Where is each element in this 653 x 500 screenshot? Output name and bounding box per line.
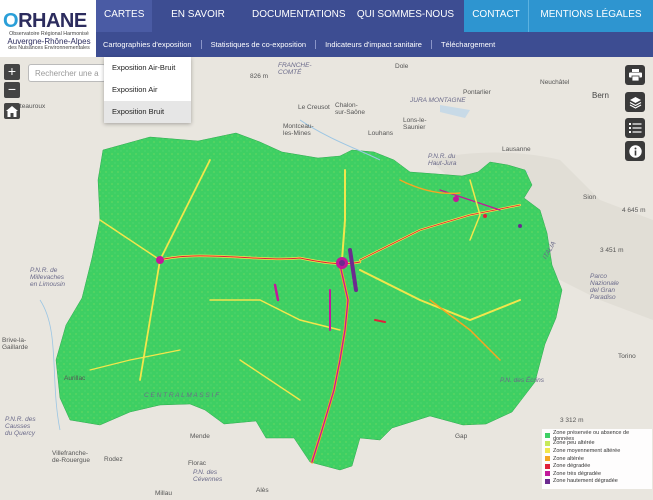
label-altitude-3: 3 312 m (560, 417, 584, 424)
subnav-telechargement[interactable]: Téléchargement (432, 40, 504, 49)
subnav-statistiques[interactable]: Statistiques de co-exposition (202, 40, 317, 49)
label-millau: Millau (155, 490, 172, 497)
label-lausanne: Lausanne (502, 146, 531, 153)
zoom-out-button[interactable]: − (4, 82, 20, 98)
menu-exposition-bruit[interactable]: Exposition Bruit (104, 101, 191, 123)
legend-label: Zone moyennement altérée (553, 447, 621, 454)
nav-mentions-legales[interactable]: MENTIONS LÉGALES (528, 0, 653, 32)
legend-list-button[interactable] (625, 118, 645, 138)
map-legend: Zone préservée ou absence de données Zone… (542, 429, 652, 489)
label-louhans: Louhans (368, 130, 393, 137)
legend-swatch (545, 478, 550, 484)
nav-cartes[interactable]: CARTES (96, 0, 152, 32)
label-ecrins: P.N. des Écrins (500, 377, 544, 384)
label-pnr-haut-jura: P.N.R. du Haut-Jura (428, 153, 457, 167)
cartographies-dropdown: Exposition Air-Bruit Exposition Air Expo… (104, 57, 191, 123)
legend-item: Zone dégradée (545, 462, 649, 470)
nav-contact[interactable]: CONTACT (464, 0, 528, 32)
nav-qui-sommes-nous[interactable]: QUI SOMMES-NOUS ? (347, 0, 464, 50)
legend-item: Zone hautement dégradée (545, 478, 649, 486)
label-brive: Brive-la- Gaillarde (2, 337, 29, 351)
label-aurillac: Aurillac (64, 375, 86, 382)
label-jura: JURA MONTAGNE (410, 97, 466, 104)
info-button[interactable] (625, 141, 645, 161)
orhane-logo[interactable]: ORHANE Observatoire Régional Harmonisé A… (0, 0, 96, 57)
legend-swatch (545, 433, 550, 439)
legend-label: Zone très dégradée (553, 470, 602, 477)
header: ORHANE Observatoire Régional Harmonisé A… (0, 0, 653, 57)
legend-item: Zone moyennement altérée (545, 447, 649, 455)
label-franche-comte: FRANCHE- COMTÉ (278, 62, 312, 76)
menu-exposition-air[interactable]: Exposition Air (104, 79, 191, 101)
label-grand-paradis: Parco Nazionale del Gran Paradiso (590, 273, 619, 301)
label-bern: Bern (592, 91, 609, 100)
print-icon (628, 69, 642, 81)
legend-label: Zone dégradée (553, 463, 591, 470)
legend-swatch (545, 448, 550, 454)
layers-button[interactable] (625, 92, 645, 112)
address-search-input[interactable] (28, 64, 106, 82)
nav-en-savoir-plus[interactable]: EN SAVOIR PLUS (152, 0, 244, 50)
print-button[interactable] (625, 65, 645, 85)
label-torino: Torino (618, 353, 636, 360)
label-millevaches: P.N.R. de Millevaches en Limousin (30, 267, 66, 288)
legend-swatch (545, 456, 550, 462)
label-mende: Mende (190, 433, 210, 440)
label-altitude-1: 826 m (250, 73, 269, 80)
legend-swatch (545, 463, 550, 469)
main-nav: CARTES EN SAVOIR PLUS DOCUMENTATIONS QUI… (96, 0, 653, 50)
sub-nav: Cartographies d'exposition Statistiques … (96, 32, 653, 57)
home-button[interactable] (4, 103, 20, 119)
label-altitude-4: 3 451 m (600, 247, 624, 254)
nav-documentations[interactable]: DOCUMENTATIONS (244, 0, 347, 32)
label-neuchatel: Neuchâtel (540, 79, 570, 86)
label-gap: Gap (455, 433, 468, 440)
legend-label: Zone hautement dégradée (553, 478, 618, 485)
subnav-indicateurs[interactable]: Indicateurs d'impact sanitaire (316, 40, 432, 49)
label-montceau: Montceau- les-Mines (283, 123, 314, 137)
label-sion: Sion (583, 194, 597, 201)
info-icon (628, 144, 642, 158)
label-pn-cevennes: P.N. des Cévennes (193, 469, 223, 483)
legend-label: Zone altérée (553, 455, 584, 462)
label-pnr-causses: P.N.R. des Causses du Quercy (5, 416, 36, 437)
legend-item: Zone très dégradée (545, 470, 649, 478)
label-lons: Lons-le- Saunier (403, 117, 427, 131)
legend-item: Zone altérée (545, 455, 649, 463)
legend-item: Zone préservée ou absence de données (545, 430, 649, 442)
label-altitude-2: 4 645 m (622, 207, 646, 214)
legend-swatch (545, 440, 550, 446)
logo-wordmark: ORHANE (3, 10, 87, 32)
list-icon (628, 123, 641, 133)
label-villefranche: Villefranche- de-Rouergue (52, 450, 90, 464)
zoom-in-button[interactable]: + (4, 64, 20, 80)
layers-icon (629, 96, 641, 109)
label-rodez: Rodez (104, 456, 123, 463)
label-ales: Alès (256, 487, 269, 494)
label-pontarlier: Pontarlier (463, 89, 491, 96)
home-icon (6, 105, 18, 117)
label-florac: Florac (188, 460, 207, 467)
label-chalon: Chalon- sur-Saône (335, 102, 365, 116)
menu-exposition-air-bruit[interactable]: Exposition Air-Bruit (104, 57, 191, 79)
subnav-cartographies[interactable]: Cartographies d'exposition (96, 40, 202, 49)
label-dole: Dole (395, 63, 409, 70)
legend-label: Zone peu altérée (553, 440, 595, 447)
label-massif-central: C E N T R A L M A S S I F (144, 392, 220, 399)
legend-swatch (545, 471, 550, 477)
label-le-creusot: Le Creusot (298, 104, 330, 111)
logo-tagline: Observatoire Régional Harmonisé Auvergne… (7, 31, 91, 52)
